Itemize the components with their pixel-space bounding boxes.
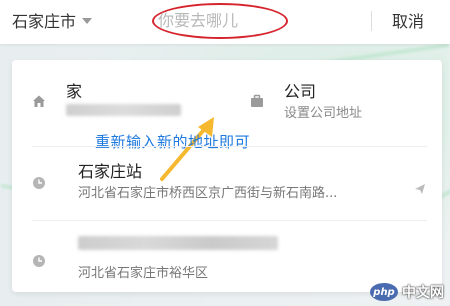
divider: [371, 11, 372, 31]
search-field: [130, 3, 360, 39]
home-title: 家: [66, 82, 83, 101]
cancel-button[interactable]: 取消: [392, 8, 424, 32]
php-logo: php: [370, 283, 398, 301]
clock-icon: [33, 177, 45, 189]
history-title: 石家庄站: [78, 162, 143, 181]
history-subtitle: 河北省石家庄市桥西区京广西街与新石南路...: [78, 186, 338, 201]
work-title: 公司: [284, 82, 317, 101]
city-label: 石家庄市: [12, 12, 77, 31]
clock-icon: [33, 255, 45, 267]
watermark-text: 中文网: [402, 285, 444, 301]
suggestions-panel: 家 公司 设置公司地址 重新输入新的地址即可 石家庄站 河北省石家庄市桥西区京广…: [12, 60, 442, 292]
divider: [32, 146, 427, 147]
search-bar: 石家庄市 取消: [0, 0, 450, 44]
history-subtitle: 河北省石家庄市裕华区: [78, 266, 209, 281]
annotation-text: 重新输入新的地址即可: [95, 133, 251, 151]
work-subtitle: 设置公司地址: [284, 106, 363, 121]
briefcase-icon: [251, 94, 263, 107]
history-item[interactable]: 石家庄站 河北省石家庄市桥西区京广西街与新石南路...: [32, 152, 427, 210]
search-input[interactable]: [156, 8, 310, 32]
navigate-icon[interactable]: [413, 182, 427, 196]
history-item[interactable]: 河北省石家庄市裕华区: [32, 226, 427, 286]
divider: [32, 220, 427, 221]
redacted-history-title: [78, 236, 278, 250]
watermark: php 中文网: [370, 282, 444, 302]
home-icon: [33, 95, 45, 107]
city-selector[interactable]: 石家庄市: [12, 8, 93, 32]
chevron-down-icon: [82, 18, 93, 24]
